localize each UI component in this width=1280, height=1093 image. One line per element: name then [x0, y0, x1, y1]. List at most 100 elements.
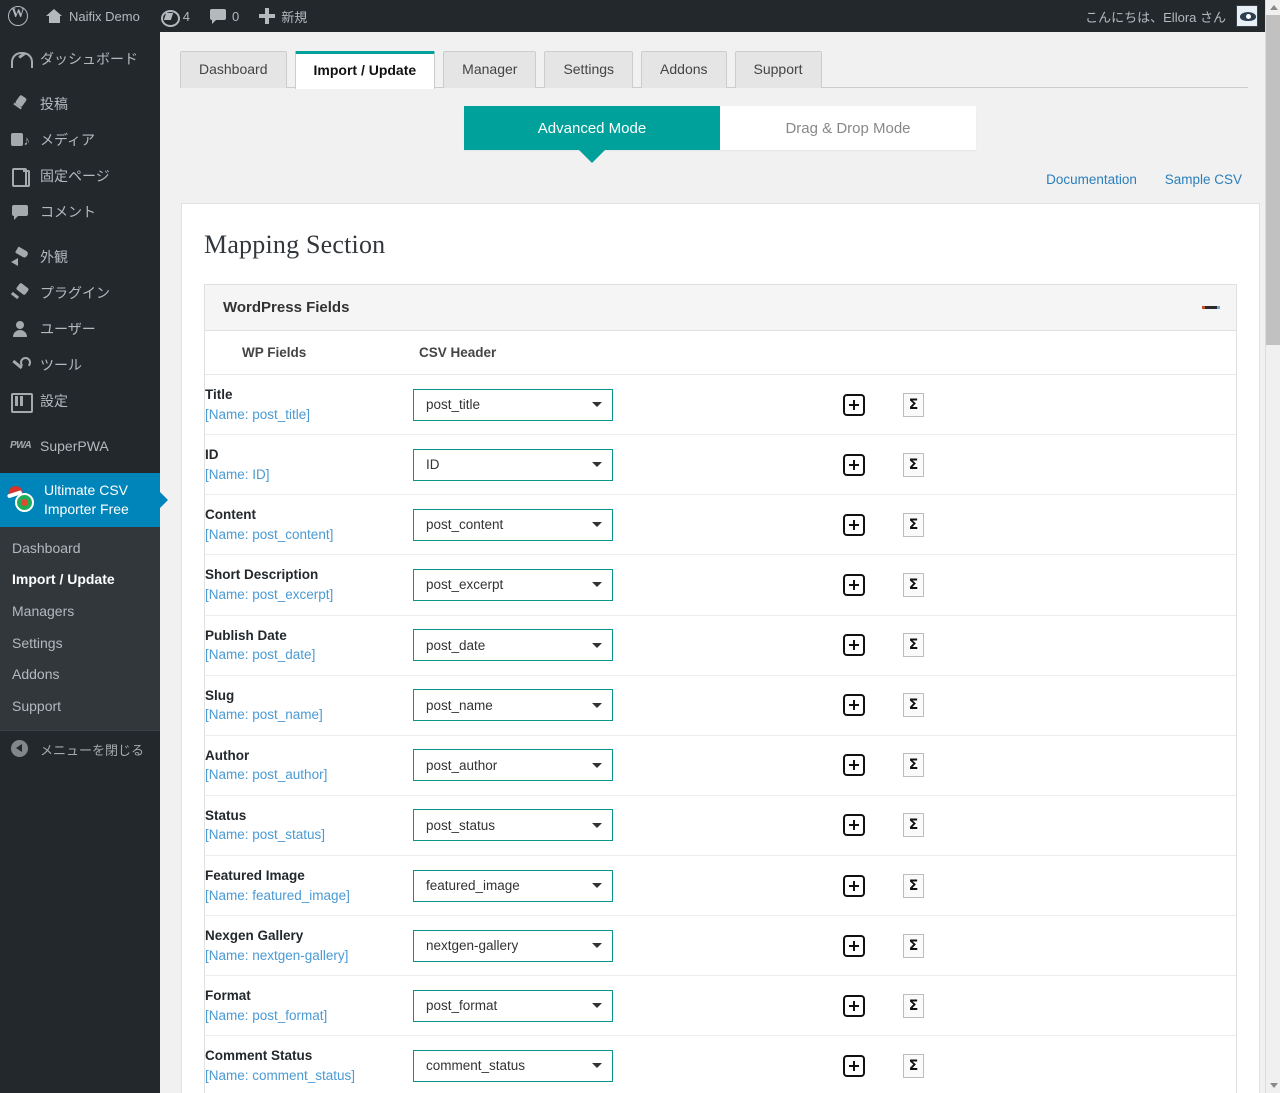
sidebar-item-ultimate-csv-importer[interactable]: Ultimate CSV Importer Free	[0, 473, 168, 527]
add-field-icon[interactable]	[843, 994, 865, 1017]
tab-addons[interactable]: Addons	[641, 51, 727, 88]
csv-header-select[interactable]: post_format	[413, 989, 613, 1022]
csv-header-select[interactable]: post_title	[413, 388, 613, 421]
sigma-function-icon[interactable]: Σ	[903, 1053, 924, 1078]
submenu-item-addons[interactable]: Addons	[0, 659, 160, 691]
sidebar-item-comments[interactable]: コメント	[0, 194, 160, 230]
sigma-function-icon[interactable]: Σ	[903, 873, 924, 898]
csv-header-select[interactable]: ID	[413, 448, 613, 481]
new-content-menu[interactable]: 新規	[249, 0, 317, 32]
submenu-item-settings[interactable]: Settings	[0, 628, 160, 660]
minus-collapse-icon[interactable]	[1202, 306, 1220, 309]
submenu-item-dashboard[interactable]: Dashboard	[0, 533, 160, 565]
add-field-icon[interactable]	[843, 814, 865, 837]
collapse-menu-button[interactable]: メニューを閉じる	[0, 730, 160, 767]
add-field-icon[interactable]	[843, 634, 865, 657]
sidebar-item-dashboard[interactable]: ダッシュボード	[0, 41, 160, 77]
csv-header-select[interactable]: post_status	[413, 809, 613, 842]
tab-settings[interactable]: Settings	[544, 51, 634, 88]
sidebar-item-appearance[interactable]: 外観	[0, 239, 160, 275]
add-field-icon[interactable]	[843, 393, 865, 416]
sidebar-item-label: 投稿	[40, 95, 68, 112]
add-field-icon[interactable]	[843, 694, 865, 717]
sidebar-item-tools[interactable]: ツール	[0, 347, 160, 383]
wp-field-cell: Format [Name: post_format]	[205, 975, 413, 1037]
submenu-item-managers[interactable]: Managers	[0, 596, 160, 628]
wp-field-cell: Featured Image [Name: featured_image]	[205, 855, 413, 917]
column-header-wp-fields: WP Fields	[205, 331, 413, 375]
csv-header-cell: post_status	[413, 795, 623, 857]
sidebar-item-superpwa[interactable]: PWA SuperPWA	[0, 428, 160, 464]
submenu-item-support[interactable]: Support	[0, 691, 160, 723]
row-actions-cell: Σ	[623, 795, 1236, 857]
my-account-menu[interactable]: こんにちは、Ellora さん	[1075, 0, 1280, 32]
mode-advanced-button[interactable]: Advanced Mode	[464, 106, 720, 163]
scroll-up-arrow-icon[interactable]	[1266, 0, 1280, 15]
documentation-link[interactable]: Documentation	[1046, 172, 1137, 187]
sigma-function-icon[interactable]: Σ	[903, 392, 924, 417]
plus-icon	[259, 8, 276, 24]
csv-header-select[interactable]: post_excerpt	[413, 568, 613, 601]
chevron-down-icon	[592, 883, 602, 889]
add-field-icon[interactable]	[843, 874, 865, 897]
comments-menu[interactable]: 0	[200, 0, 249, 32]
csv-header-select[interactable]: featured_image	[413, 869, 613, 902]
csv-header-select[interactable]: post_date	[413, 629, 613, 662]
updates-menu[interactable]: 4	[150, 0, 200, 32]
home-icon	[46, 9, 63, 23]
tab-manager[interactable]: Manager	[443, 51, 537, 88]
tab-support[interactable]: Support	[734, 51, 822, 88]
add-field-icon[interactable]	[843, 453, 865, 476]
csv-header-select[interactable]: comment_status	[413, 1049, 613, 1082]
add-field-icon[interactable]	[843, 573, 865, 596]
csv-header-cell: post_title	[413, 374, 623, 436]
sigma-function-icon[interactable]: Σ	[903, 512, 924, 537]
sidebar-separator	[0, 230, 160, 239]
dashboard-icon	[10, 49, 33, 69]
sidebar-item-plugins[interactable]: プラグイン	[0, 275, 160, 311]
wp-field-name: [Name: post_name]	[205, 707, 323, 723]
sigma-function-icon[interactable]: Σ	[903, 753, 924, 778]
row-actions-cell: Σ	[623, 855, 1236, 917]
scroll-down-arrow-icon[interactable]	[1266, 1078, 1280, 1093]
csv-header-select-value: ID	[426, 457, 440, 473]
sigma-function-icon[interactable]: Σ	[903, 993, 924, 1018]
sample-csv-link[interactable]: Sample CSV	[1165, 172, 1242, 187]
csv-header-select[interactable]: post_name	[413, 689, 613, 722]
wordpress-logo-menu[interactable]	[0, 0, 36, 32]
chevron-down-icon	[592, 642, 602, 648]
sigma-function-icon[interactable]: Σ	[903, 452, 924, 477]
site-name-menu[interactable]: Naifix Demo	[36, 0, 150, 32]
sigma-function-icon[interactable]: Σ	[903, 813, 924, 838]
scrollbar-thumb[interactable]	[1266, 15, 1280, 345]
csv-header-select-value: post_title	[426, 397, 481, 413]
wp-field-name: [Name: post_status]	[205, 827, 326, 843]
sidebar-item-pages[interactable]: 固定ページ	[0, 158, 160, 194]
csv-header-select[interactable]: post_author	[413, 749, 613, 782]
sidebar-item-posts[interactable]: 投稿	[0, 86, 160, 122]
csv-header-select[interactable]: post_content	[413, 508, 613, 541]
csv-header-select[interactable]: nextgen-gallery	[413, 929, 613, 962]
csv-header-select-value: post_format	[426, 998, 498, 1014]
sigma-function-icon[interactable]: Σ	[903, 933, 924, 958]
column-header-actions	[623, 331, 1236, 375]
add-field-icon[interactable]	[843, 754, 865, 777]
sidebar-item-media[interactable]: メディア	[0, 122, 160, 158]
wp-field-label: Publish Date	[205, 627, 287, 643]
add-field-icon[interactable]	[843, 1054, 865, 1077]
mode-drag-drop-button[interactable]: Drag & Drop Mode	[720, 106, 976, 150]
row-actions-cell: Σ	[623, 1035, 1236, 1093]
sidebar-item-settings[interactable]: 設定	[0, 383, 160, 419]
submenu-item-import-update[interactable]: Import / Update	[0, 564, 160, 596]
sigma-function-icon[interactable]: Σ	[903, 693, 924, 718]
sigma-function-icon[interactable]: Σ	[903, 572, 924, 597]
tab-import-update[interactable]: Import / Update	[294, 51, 436, 89]
page-scrollbar[interactable]	[1265, 0, 1280, 1093]
add-field-icon[interactable]	[843, 513, 865, 536]
csv-header-cell: post_excerpt	[413, 554, 623, 616]
wp-field-name: [Name: nextgen-gallery]	[205, 947, 349, 963]
sigma-function-icon[interactable]: Σ	[903, 633, 924, 658]
tab-dashboard[interactable]: Dashboard	[180, 51, 287, 88]
add-field-icon[interactable]	[843, 934, 865, 957]
sidebar-item-users[interactable]: ユーザー	[0, 311, 160, 347]
